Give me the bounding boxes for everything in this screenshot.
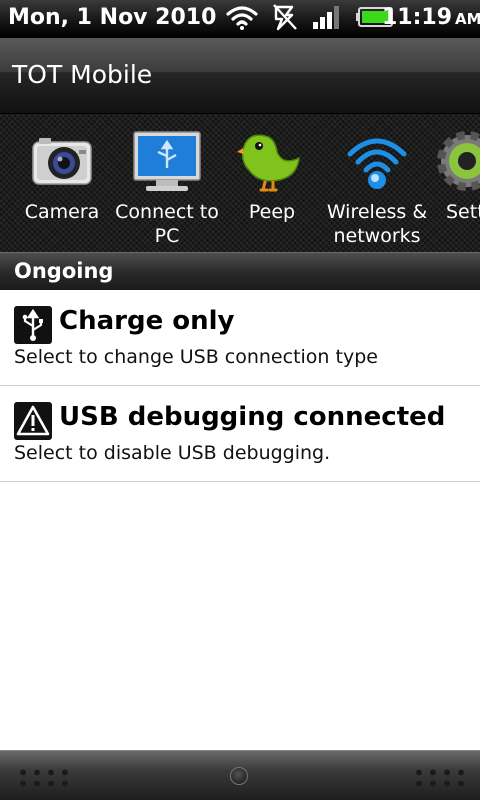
quick-label-peep: Peep [248,201,296,223]
camera-icon [27,126,97,196]
monitor-usb-icon [132,126,202,196]
grip-dots-left-icon [16,767,72,789]
quick-label-camera: Camera [24,201,100,223]
notification-subtitle: Select to change USB connection type [14,346,378,368]
bottom-handle-bar[interactable] [0,750,480,800]
notification-list: Charge only Select to change USB connect… [0,290,480,750]
quick-settings-strip[interactable]: Camera Connect to PC Peep Wireless & net… [0,114,480,252]
peep-bird-icon [237,126,307,196]
status-date: Mon, 1 Nov 2010 [8,5,217,30]
quick-item-peep[interactable]: Peep [222,114,322,252]
notification-charge-only[interactable]: Charge only Select to change USB connect… [0,290,480,386]
wifi-icon [226,4,258,34]
quick-label-connect-to-pc: Connect to PC [115,201,219,247]
ongoing-header: Ongoing [0,252,480,290]
wireless-icon [342,126,412,196]
settings-gear-icon [432,126,480,196]
quick-item-connect-to-pc[interactable]: Connect to PC [112,114,222,252]
carrier-bar: TOT Mobile [0,38,480,114]
quick-label-settings: Settings [446,201,480,223]
quick-item-wireless[interactable]: Wireless & networks [322,114,432,252]
notification-subtitle: Select to disable USB debugging. [14,442,331,464]
warning-icon [14,402,52,440]
usb-icon [14,306,52,344]
close-handle-icon[interactable] [230,767,248,785]
notification-title: Charge only [59,306,235,336]
ongoing-title: Ongoing [14,259,114,283]
signal-icon [312,4,342,34]
notification-usb-debugging[interactable]: USB debugging connected Select to disabl… [0,386,480,482]
vibrate-icon [272,3,298,35]
quick-item-camera[interactable]: Camera [6,114,118,252]
grip-dots-right-icon [412,767,468,789]
notification-title: USB debugging connected [59,402,446,432]
quick-item-settings[interactable]: Settings [432,114,480,252]
quick-label-wireless: Wireless & networks [326,201,428,247]
status-bar: Mon, 1 Nov 2010 11:19 AM [0,0,480,38]
carrier-name: TOT Mobile [12,60,153,89]
status-time: 11:19 AM [382,5,480,30]
status-icons [226,4,394,34]
